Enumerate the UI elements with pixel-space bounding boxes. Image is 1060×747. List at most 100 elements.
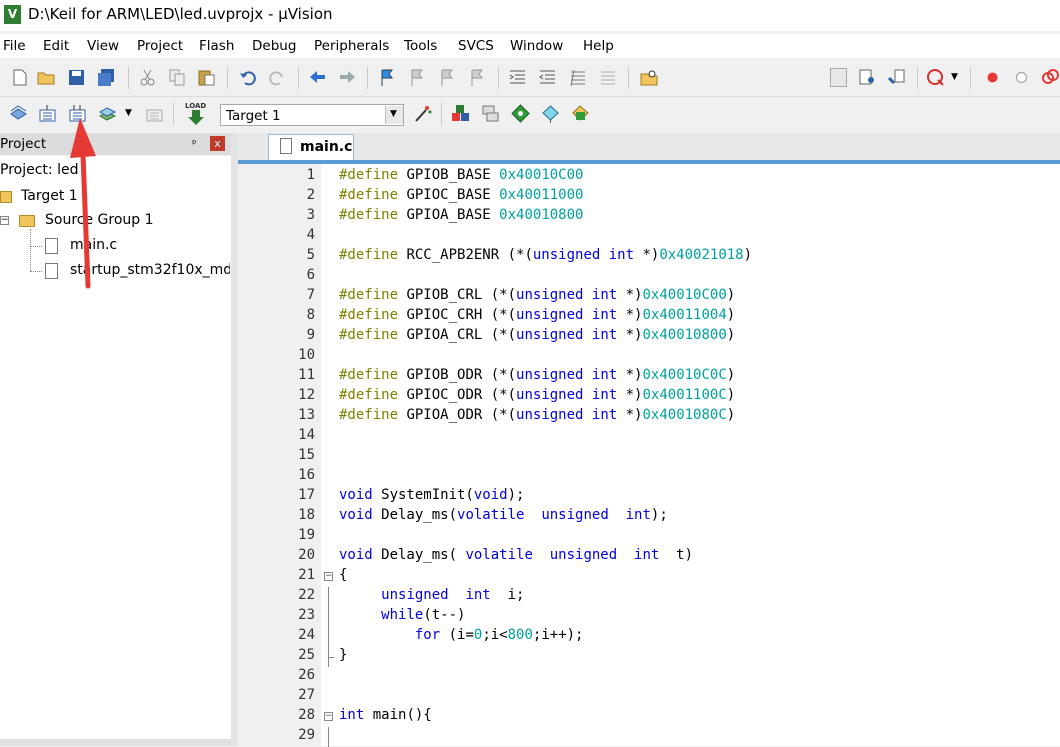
insert-breakpoint-icon[interactable]	[983, 68, 1002, 87]
pack-installer-icon[interactable]	[511, 104, 530, 123]
code-token: GPIOA_ODR (*(	[398, 407, 517, 423]
stop-build-icon[interactable]	[145, 104, 164, 123]
code-line: void Delay_ms( volatile unsigned int t)	[339, 547, 693, 563]
find-replace-icon[interactable]	[887, 68, 906, 87]
code-line: #define GPIOC_BASE 0x40011000	[339, 187, 583, 203]
undo-icon[interactable]	[238, 68, 257, 87]
pin-icon[interactable]: ᵖ	[192, 137, 197, 150]
code-line: {	[339, 567, 347, 583]
code-line: #define GPIOB_ODR (*(unsigned int *)0x40…	[339, 367, 735, 383]
navigate-back-icon[interactable]	[308, 68, 327, 87]
code-line: unsigned int i;	[339, 587, 524, 603]
code-token: )	[726, 407, 736, 423]
uncomment-icon[interactable]	[598, 68, 617, 87]
code-token: (i=	[440, 627, 474, 643]
fold-toggle-icon[interactable]: −	[324, 572, 333, 581]
prev-bookmark-icon[interactable]	[408, 68, 427, 87]
line-number: 22	[298, 587, 315, 603]
incremental-find-icon[interactable]	[858, 68, 877, 87]
fold-toggle-icon[interactable]: −	[324, 712, 333, 721]
code-token: GPIOA_CRL (*(	[398, 327, 517, 343]
code-line: while(t--)	[339, 607, 465, 623]
code-token: *)	[617, 387, 643, 403]
code-token: 0x40010800	[642, 327, 727, 343]
indent-icon[interactable]	[508, 68, 527, 87]
redo-icon[interactable]	[268, 68, 287, 87]
chevron-down-icon[interactable]: ▼	[125, 108, 132, 118]
line-number: 6	[306, 267, 315, 283]
disable-all-breakpoints-icon[interactable]	[1040, 68, 1059, 87]
code-token: for	[414, 627, 441, 643]
download-load-icon[interactable]: LOAD	[184, 102, 208, 126]
file-extensions-icon[interactable]	[481, 104, 500, 123]
code-token: SystemInit(	[372, 487, 474, 503]
menu-help[interactable]: Help	[583, 38, 614, 54]
line-number: 21	[298, 567, 315, 583]
fold-guide	[328, 607, 329, 627]
editor-tab-bar	[238, 133, 1060, 160]
code-token: 0x40021018	[659, 247, 744, 263]
code-token: )	[726, 327, 736, 343]
clear-bookmarks-icon[interactable]	[468, 68, 487, 87]
enable-breakpoint-icon[interactable]	[1012, 68, 1031, 87]
menu-window[interactable]: Window	[510, 38, 563, 54]
menu-debug[interactable]: Debug	[252, 38, 296, 54]
code-token: unsigned	[381, 587, 449, 603]
target-select-arrow[interactable]: ▼	[385, 106, 403, 124]
close-icon[interactable]: x	[210, 136, 225, 151]
toolbar-separator	[298, 67, 299, 89]
line-number: 4	[306, 227, 315, 243]
code-token: #define	[339, 187, 399, 203]
target-options-icon[interactable]	[413, 104, 432, 123]
find-in-files-icon[interactable]	[640, 68, 659, 87]
code-token: #define	[339, 387, 399, 403]
comment-icon[interactable]	[568, 68, 587, 87]
code-line: void Delay_ms(volatile unsigned int);	[339, 507, 668, 523]
copy-icon[interactable]	[168, 68, 187, 87]
line-number: 15	[298, 447, 315, 463]
paste-icon[interactable]	[197, 68, 216, 87]
code-line: #define GPIOB_CRL (*(unsigned int *)0x40…	[339, 287, 735, 303]
find-dropdown-arrow[interactable]	[830, 68, 847, 87]
line-number: 1	[306, 167, 315, 183]
file-icon	[280, 138, 292, 154]
code-token: )	[726, 387, 736, 403]
code-token: void	[339, 487, 373, 503]
code-token: 0x4001100C	[642, 387, 727, 403]
load-label: LOAD	[185, 102, 207, 110]
cut-icon[interactable]	[138, 68, 157, 87]
project-panel-scrollbar[interactable]	[0, 739, 231, 746]
menu-project[interactable]: Project	[137, 38, 183, 54]
manage-components-icon[interactable]	[451, 104, 470, 123]
code-token: 800	[507, 627, 533, 643]
menu-svcs[interactable]: SVCS	[458, 38, 494, 54]
code-line: #define GPIOC_ODR (*(unsigned int *)0x40…	[339, 387, 735, 403]
code-token: Delay_ms(	[372, 507, 458, 523]
menu-flash[interactable]: Flash	[199, 38, 234, 54]
navigate-forward-icon[interactable]	[338, 68, 357, 87]
code-token: )	[743, 247, 753, 263]
line-number: 24	[298, 627, 315, 643]
code-line: for (i=0;i<800;i++);	[339, 627, 584, 643]
run-time-environment-icon[interactable]	[571, 104, 590, 123]
chevron-down-icon[interactable]: ▼	[951, 72, 958, 82]
code-token: 0x40011004	[642, 307, 727, 323]
code-line: #define GPIOC_CRH (*(unsigned int *)0x40…	[339, 307, 735, 323]
debug-session-icon[interactable]	[926, 68, 945, 87]
panel-splitter[interactable]	[231, 133, 238, 746]
line-number: 11	[298, 367, 315, 383]
fold-margin	[321, 164, 337, 746]
code-token: GPIOC_ODR (*(	[398, 387, 517, 403]
code-token: Delay_ms(	[372, 547, 466, 563]
line-number: 12	[298, 387, 315, 403]
menu-tools[interactable]: Tools	[404, 38, 437, 54]
bookmark-icon[interactable]	[378, 68, 397, 87]
select-software-packs-icon[interactable]	[541, 104, 560, 123]
next-bookmark-icon[interactable]	[438, 68, 457, 87]
menu-peripherals[interactable]: Peripherals	[314, 38, 389, 54]
unindent-icon[interactable]	[538, 68, 557, 87]
code-line: #define GPIOA_CRL (*(unsigned int *)0x40…	[339, 327, 735, 343]
